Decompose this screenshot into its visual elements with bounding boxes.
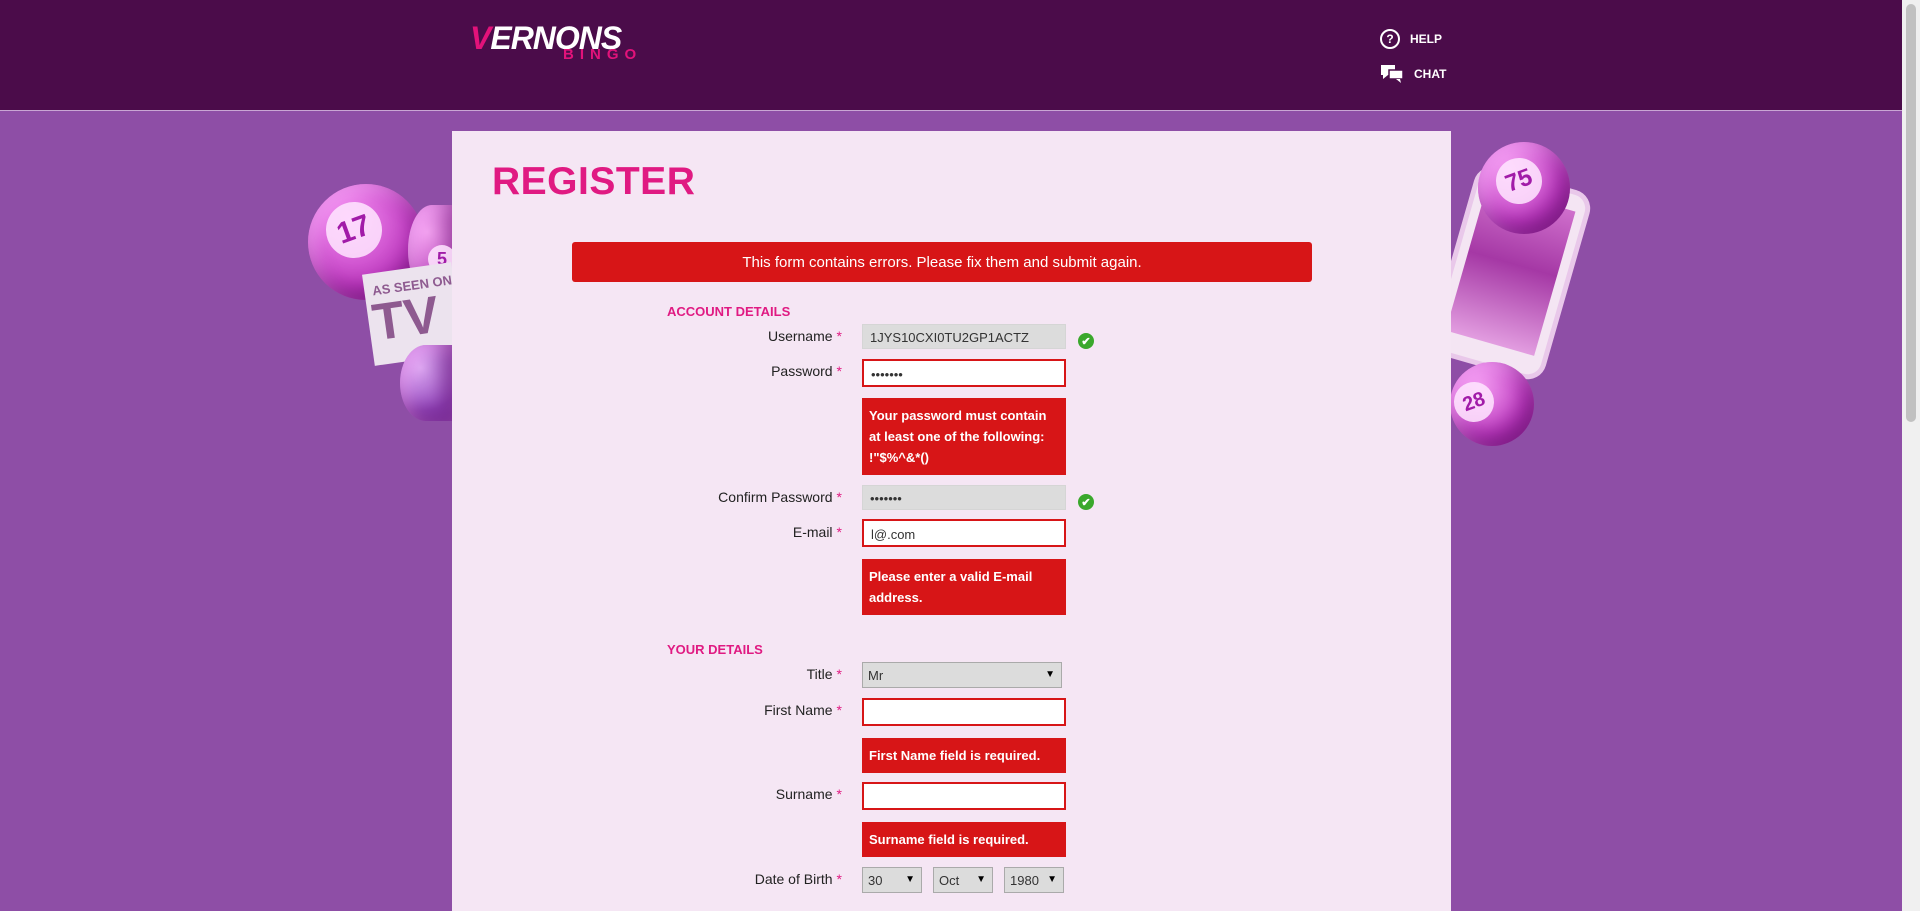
ball-number: 17: [318, 194, 390, 266]
register-panel: REGISTER This form contains errors. Plea…: [452, 131, 1451, 911]
dob-month-select[interactable]: Oct ▼: [933, 867, 993, 893]
site-header: VERNONS BINGO ? HELP CHAT: [0, 0, 1902, 111]
required-marker: *: [836, 786, 842, 802]
password-label-text: Password: [771, 363, 833, 379]
logo-subtitle: BINGO: [563, 46, 643, 63]
scrollbar-thumb[interactable]: [1906, 4, 1916, 422]
required-marker: *: [836, 666, 842, 682]
valid-check-icon: ✔: [1078, 333, 1094, 349]
help-label: HELP: [1410, 32, 1443, 46]
surname-label-text: Surname: [775, 786, 833, 802]
bingo-ball-75: 75: [1478, 142, 1570, 234]
title-label: Title *: [452, 666, 842, 682]
chat-link[interactable]: CHAT: [1380, 64, 1446, 84]
confirm-password-label-text: Confirm Password: [718, 489, 833, 505]
dob-year-value: 1980: [1010, 873, 1039, 888]
chat-bubbles-icon: [1381, 65, 1404, 83]
dob-month-value: Oct: [939, 873, 960, 888]
surname-error-message: Surname field is required.: [862, 822, 1066, 857]
title-select[interactable]: Mr ▼: [862, 662, 1062, 688]
required-marker: *: [836, 363, 842, 379]
dob-year-select[interactable]: 1980 ▼: [1004, 867, 1064, 893]
question-circle-icon: ?: [1380, 29, 1400, 49]
username-label: Username *: [452, 328, 842, 344]
dropdown-arrow-icon: ▼: [1047, 874, 1057, 885]
first-name-label-text: First Name: [764, 702, 833, 718]
ball-number: 75: [1489, 151, 1549, 211]
required-marker: *: [836, 702, 842, 718]
ball-number: 28: [1448, 376, 1500, 428]
username-field[interactable]: 1JYS10CXI0TU2GP1ACTZ: [862, 324, 1066, 349]
vertical-scrollbar[interactable]: [1902, 0, 1920, 911]
dropdown-arrow-icon: ▼: [976, 874, 986, 885]
email-label: E-mail *: [452, 524, 842, 540]
your-details-heading: YOUR DETAILS: [667, 642, 763, 657]
first-name-field[interactable]: [862, 698, 1066, 726]
password-error-message: Your password must contain at least one …: [862, 398, 1066, 475]
date-of-birth-label-text: Date of Birth: [754, 871, 833, 887]
logo-letter-v: V: [470, 20, 491, 56]
confirm-password-label: Confirm Password *: [452, 489, 842, 505]
dob-day-select[interactable]: 30 ▼: [862, 867, 922, 893]
email-error-message: Please enter a valid E-mail address.: [862, 559, 1066, 615]
email-field[interactable]: l@.com: [862, 519, 1066, 547]
title-label-text: Title: [806, 666, 833, 682]
required-marker: *: [836, 328, 842, 344]
required-marker: *: [836, 871, 842, 887]
password-field[interactable]: •••••••: [862, 359, 1066, 387]
chat-label: CHAT: [1414, 67, 1447, 81]
email-label-text: E-mail: [792, 524, 833, 540]
username-label-text: Username: [767, 328, 833, 344]
surname-label: Surname *: [452, 786, 842, 802]
first-name-error-message: First Name field is required.: [862, 738, 1066, 773]
vernons-bingo-logo[interactable]: VERNONS BINGO: [470, 22, 654, 64]
required-marker: *: [836, 489, 842, 505]
required-marker: *: [836, 524, 842, 540]
valid-check-icon: ✔: [1078, 494, 1094, 510]
title-select-value: Mr: [868, 668, 884, 683]
confirm-password-field[interactable]: •••••••: [862, 485, 1066, 510]
form-error-banner: This form contains errors. Please fix th…: [572, 242, 1312, 282]
password-label: Password *: [452, 363, 842, 379]
date-of-birth-label: Date of Birth *: [452, 871, 842, 887]
bingo-ball-small: [400, 345, 452, 421]
surname-field[interactable]: [862, 782, 1066, 810]
tv-sign-big-text: TV: [368, 285, 443, 353]
page-title: REGISTER: [492, 160, 696, 203]
first-name-label: First Name *: [452, 702, 842, 718]
bingo-ball-28: 28: [1448, 362, 1534, 446]
help-link[interactable]: ? HELP: [1380, 29, 1442, 49]
dob-day-value: 30: [868, 873, 883, 888]
dropdown-arrow-icon: ▼: [905, 874, 915, 885]
dropdown-arrow-icon: ▼: [1045, 669, 1055, 680]
account-details-heading: ACCOUNT DETAILS: [667, 304, 791, 319]
